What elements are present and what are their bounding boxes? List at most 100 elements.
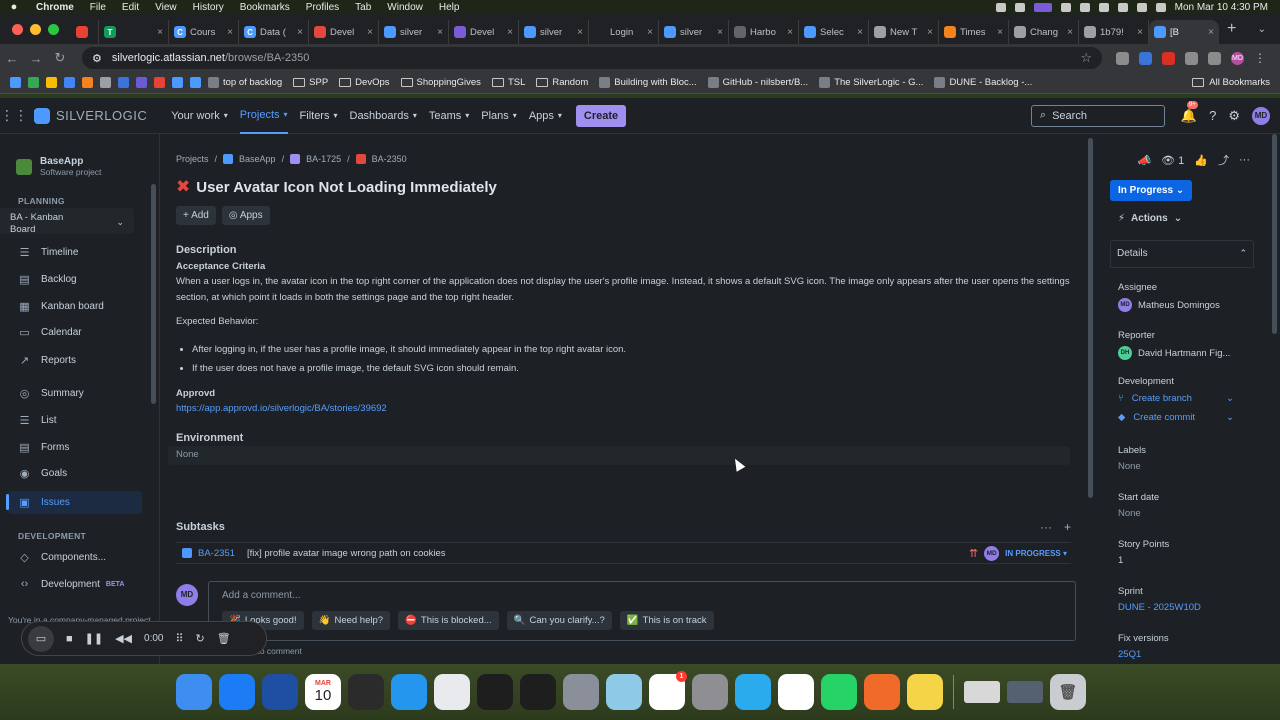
telegram-icon[interactable] — [735, 674, 771, 710]
browser-tab[interactable]: Devel × — [309, 20, 379, 44]
extension-icon[interactable] — [1116, 51, 1129, 65]
bookmark-icon[interactable] — [118, 77, 129, 88]
details-section-toggle[interactable]: Details ⌃ — [1110, 240, 1254, 268]
comment-input[interactable]: Add a comment... 🎉 Looks good! 👋 Need help… — [208, 581, 1076, 641]
bookmark-icon[interactable] — [154, 77, 165, 88]
board-selector[interactable]: BA - Kanban Board ⌄ — [0, 208, 134, 235]
bookmark-icon[interactable] — [64, 77, 75, 88]
sidebar-item-summary[interactable]: ◎ Summary — [18, 387, 84, 400]
sprint-field[interactable]: Sprint DUNE - 2025W10D — [1118, 586, 1201, 613]
calendar-icon[interactable]: MAR 10 — [305, 674, 341, 710]
pause-icon[interactable]: ❚❚ — [85, 632, 103, 645]
bookmark-star-icon[interactable]: ☆ — [1080, 50, 1092, 66]
tableplus-icon[interactable] — [606, 674, 642, 710]
menu-view[interactable]: View — [147, 2, 185, 13]
subtask-key[interactable]: BA-2351 — [198, 548, 235, 559]
bookmark-item[interactable]: GitHub - nilsbert/B... — [707, 77, 808, 88]
camera-icon[interactable]: ▭ — [28, 625, 54, 652]
stop-icon[interactable]: ■ — [66, 633, 73, 645]
breadcrumb-issue[interactable]: BA-2350 — [372, 154, 407, 164]
browser-tab[interactable]: C Data (× — [239, 20, 309, 44]
settings-icon[interactable] — [692, 674, 728, 710]
nav-your-work[interactable]: Your work ▾ — [171, 98, 228, 134]
fix-version-value[interactable]: 25Q1 — [1118, 649, 1169, 660]
apple-icon[interactable]: ● — [0, 1, 28, 13]
create-commit-button[interactable]: ◆ Create commit ⌄ — [1118, 412, 1234, 423]
bookmark-item[interactable]: Random — [536, 77, 588, 88]
description[interactable]: Description Acceptance Criteria When a u… — [176, 244, 1071, 414]
browser-tab[interactable]: silver × — [379, 20, 449, 44]
bookmark-icon[interactable] — [136, 77, 147, 88]
fix-versions-field[interactable]: Fix versions 25Q1 — [1118, 633, 1169, 660]
menu-tab[interactable]: Tab — [347, 2, 379, 13]
issue-title[interactable]: ✖ User Avatar Icon Not Loading Immediate… — [176, 177, 497, 197]
share-icon[interactable]: ⤴ — [1218, 152, 1229, 168]
slack-icon[interactable]: 1 — [649, 671, 687, 710]
menu-bookmarks[interactable]: Bookmarks — [232, 2, 298, 13]
browser-tab[interactable]: Times × — [939, 20, 1009, 44]
docker-icon[interactable] — [391, 674, 427, 710]
main-scrollbar[interactable] — [1088, 138, 1093, 498]
user-avatar[interactable]: MD — [1252, 106, 1270, 125]
launchpad-icon[interactable] — [563, 674, 599, 710]
quick-reply-clarify[interactable]: 🔍 Can you clarify...? — [506, 611, 612, 630]
more-options-icon[interactable]: ··· — [1040, 520, 1052, 534]
menu-file[interactable]: File — [82, 2, 114, 13]
close-tab-icon[interactable]: × — [507, 27, 513, 38]
back-icon[interactable]: ← — [0, 51, 24, 66]
trash-icon[interactable]: 🗑 — [217, 632, 231, 645]
download-icon[interactable] — [1208, 51, 1221, 65]
menu-history[interactable]: History — [185, 2, 232, 13]
bookmark-item[interactable]: top of backlog — [208, 77, 282, 88]
close-tab-icon[interactable]: × — [577, 27, 583, 38]
bookmark-icon[interactable] — [10, 77, 21, 88]
menu-edit[interactable]: Edit — [114, 2, 147, 13]
help-icon[interactable]: ? — [1209, 108, 1216, 123]
megaphone-icon[interactable]: 📣 — [1137, 154, 1151, 167]
status-item-icon[interactable] — [1098, 2, 1109, 12]
browser-tab[interactable]: Chang × — [1009, 20, 1079, 44]
sidebar-item-kanban-board[interactable]: ▦ Kanban board — [18, 300, 104, 313]
browser-tab[interactable]: silver × — [519, 20, 589, 44]
sprint-value[interactable]: DUNE - 2025W10D — [1118, 602, 1201, 613]
screen-record-icon[interactable] — [1033, 2, 1052, 12]
thumbs-up-icon[interactable]: 👍 — [1194, 154, 1208, 167]
menu-dots-icon[interactable]: ⋮ — [1254, 51, 1266, 65]
approvd-link[interactable]: https://app.approvd.io/silverlogic/BA/st… — [176, 403, 1071, 414]
subtask-row[interactable]: BA-2351 [fix] profile avatar image wrong… — [176, 542, 1071, 564]
quick-reply-on-track[interactable]: ✅ This is on track — [619, 611, 714, 630]
chatgpt-icon[interactable] — [778, 674, 814, 710]
details-scrollbar[interactable] — [1272, 134, 1277, 334]
labels-field[interactable]: Labels None — [1118, 445, 1146, 472]
chrome-icon[interactable] — [434, 674, 470, 710]
bookmark-item[interactable]: DUNE - Backlog -... — [934, 77, 1032, 88]
bookmark-icon[interactable] — [28, 77, 39, 88]
breadcrumb-epic[interactable]: BA-1725 — [306, 154, 341, 164]
forward-icon[interactable]: → — [24, 51, 48, 66]
sidebar-item-timeline[interactable]: ☰ Timeline — [18, 246, 79, 259]
close-tab-icon[interactable]: × — [997, 27, 1003, 38]
nav-projects[interactable]: Projects ▾ — [239, 98, 288, 134]
bookmark-item[interactable]: SPP — [293, 77, 328, 88]
close-tab-icon[interactable]: × — [1137, 27, 1143, 38]
url-input[interactable]: ⚙ silverlogic.atlassian.net/browse/BA-23… — [82, 47, 1102, 69]
trash-icon[interactable]: 🗑 — [1050, 674, 1086, 710]
browser-tab[interactable]: C Cours × — [169, 20, 239, 44]
menu-profiles[interactable]: Profiles — [298, 2, 347, 13]
figma-icon[interactable] — [520, 674, 556, 710]
assignee-field[interactable]: Assignee MD Matheus Domingos — [1118, 282, 1220, 312]
extension-icon[interactable] — [1162, 51, 1175, 65]
bookmark-item[interactable]: DevOps — [339, 77, 390, 88]
sidebar-scrollbar[interactable] — [151, 184, 156, 404]
browser-tab[interactable]: Selec × — [799, 20, 869, 44]
app-switcher-icon[interactable]: ⋮⋮⋮ — [0, 107, 42, 124]
close-tab-icon[interactable]: × — [367, 27, 373, 38]
close-tab-icon[interactable]: × — [157, 27, 163, 38]
bookmark-icon[interactable] — [190, 77, 201, 88]
create-button[interactable]: Create — [575, 104, 627, 127]
rewind-icon[interactable]: ◀◀ — [115, 632, 132, 645]
new-tab-icon[interactable]: + — [1219, 20, 1244, 38]
subtask-assignee-avatar[interactable]: MD — [984, 545, 1000, 561]
add-subtask-icon[interactable]: + — [1064, 520, 1071, 534]
notifications-icon[interactable]: 🔔 9+ — [1181, 100, 1198, 124]
